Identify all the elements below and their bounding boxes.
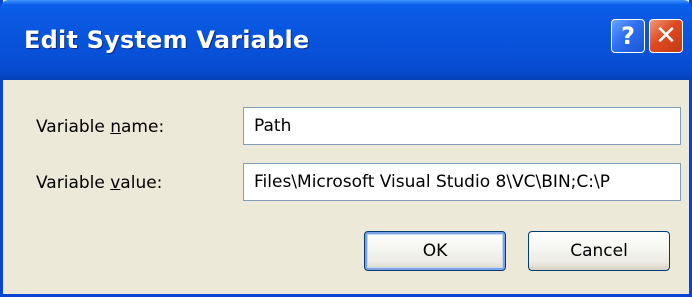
variable-name-label-suffix: ame: — [121, 117, 165, 137]
variable-name-input[interactable]: Path — [243, 107, 681, 145]
variable-value-mnemonic: v — [110, 173, 121, 193]
variable-value-label-prefix: Variable — [36, 173, 111, 193]
help-icon: ? — [621, 22, 635, 50]
variable-name-label-prefix: Variable — [36, 117, 111, 137]
cancel-button[interactable]: Cancel — [528, 231, 670, 271]
help-button[interactable]: ? — [611, 19, 645, 53]
variable-value-label: Variable value: — [36, 173, 162, 193]
edit-system-variable-dialog: Edit System Variable ? ✕ Variable name: … — [0, 0, 692, 297]
ok-button[interactable]: OK — [364, 231, 506, 271]
close-icon: ✕ — [655, 21, 677, 51]
variable-name-label: Variable name: — [36, 117, 164, 137]
variable-name-mnemonic: n — [110, 117, 122, 137]
close-button[interactable]: ✕ — [649, 19, 683, 53]
variable-value-input[interactable]: Files\Microsoft Visual Studio 8\VC\BIN;C… — [243, 163, 681, 201]
variable-value-label-suffix: alue: — [120, 173, 163, 193]
dialog-title: Edit System Variable — [24, 26, 310, 54]
title-bar[interactable]: Edit System Variable ? ✕ — [0, 0, 692, 80]
